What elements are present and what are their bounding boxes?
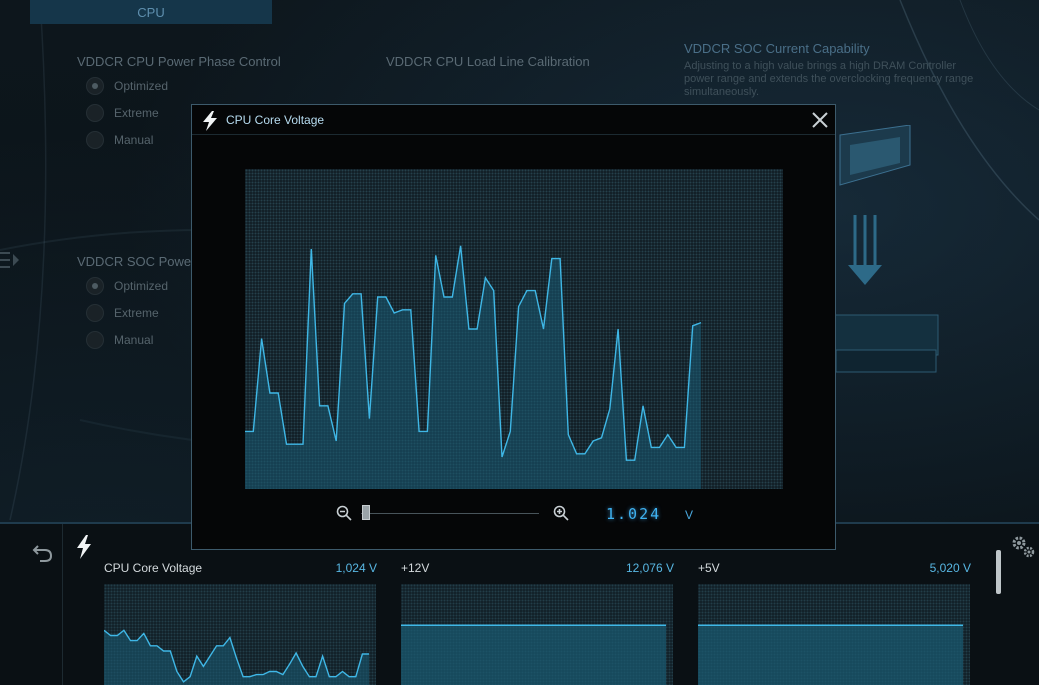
mini-graph-svg (104, 629, 369, 685)
option-label: Manual (114, 333, 154, 347)
divider (62, 524, 63, 685)
undo-icon[interactable] (30, 538, 56, 564)
voltage-readout: 1.024 (606, 505, 662, 523)
radio[interactable] (86, 131, 104, 149)
zoom-slider-track[interactable] (361, 513, 539, 514)
scrollbar[interactable] (996, 550, 1001, 594)
description-line: Adjusting to a high value brings a high … (684, 60, 957, 72)
phase-control-option-extreme[interactable]: Extreme (86, 104, 159, 122)
expand-menu-icon[interactable] (0, 248, 22, 272)
graph-area (401, 625, 666, 685)
phase-control-option-optimized[interactable]: Optimized (86, 77, 168, 95)
phase-control-title: VDDCR CPU Power Phase Control (77, 54, 281, 69)
option-label: Manual (114, 133, 154, 147)
radio[interactable] (86, 304, 104, 322)
zoom-slider-handle[interactable] (362, 505, 370, 520)
cpu-core-voltage-dialog: CPU Core Voltage 1.024 V (191, 104, 836, 550)
radio[interactable] (86, 104, 104, 122)
mini-graph-svg (698, 624, 963, 685)
monitor-label-12v: +12V (401, 561, 430, 575)
soc-power-option-manual[interactable]: Manual (86, 331, 153, 349)
soc-power-option-optimized[interactable]: Optimized (86, 277, 168, 295)
radio[interactable] (86, 331, 104, 349)
description-line: simultaneously. (684, 86, 759, 98)
gear-icon[interactable] (1010, 534, 1036, 560)
monitor-graph-cpu-core-voltage[interactable] (104, 584, 376, 685)
soc-power-option-extreme[interactable]: Extreme (86, 304, 159, 322)
load-line-title: VDDCR CPU Load Line Calibration (386, 54, 590, 69)
voltage-history-graph (245, 169, 783, 489)
monitor-graph-5v[interactable] (698, 584, 970, 685)
lightning-bolt-icon (203, 111, 217, 131)
radio-selected[interactable] (86, 77, 104, 95)
soc-current-title: VDDCR SOC Current Capability (684, 41, 870, 56)
option-label: Optimized (114, 279, 169, 293)
option-label: Extreme (114, 106, 159, 120)
monitor-label-cpu-core-voltage: CPU Core Voltage (104, 561, 203, 575)
monitor-value-cpu-core-voltage: 1,024 V (335, 561, 377, 575)
soc-power-title: VDDCR SOC Powe (77, 254, 192, 269)
description-line: power range and extends the overclocking… (684, 73, 974, 85)
dialog-header: CPU Core Voltage (192, 105, 835, 135)
monitor-label-5v: +5V (698, 561, 720, 575)
radio-selected[interactable] (86, 277, 104, 295)
soc-current-description: Adjusting to a high value brings a high … (684, 60, 1034, 99)
tab-cpu[interactable]: CPU (30, 0, 272, 24)
phase-control-option-manual[interactable]: Manual (86, 131, 153, 149)
close-icon[interactable] (811, 111, 829, 129)
graph-area (698, 625, 963, 685)
voltage-graph-svg (245, 245, 702, 489)
dialog-title: CPU Core Voltage (226, 113, 325, 127)
monitor-graph-12v[interactable] (401, 584, 673, 685)
option-label: Optimized (114, 79, 169, 93)
cpu-chip-illustration (830, 125, 939, 373)
monitor-value-12v: 12,076 V (625, 561, 674, 575)
zoom-in-icon[interactable] (553, 505, 569, 521)
zoom-out-icon[interactable] (336, 505, 352, 521)
lightning-bolt-icon[interactable] (74, 534, 94, 560)
mini-graph-svg (401, 624, 666, 685)
option-label: Extreme (114, 306, 159, 320)
voltage-unit: V (685, 508, 694, 522)
monitor-value-5v: 5,020 V (929, 561, 971, 575)
